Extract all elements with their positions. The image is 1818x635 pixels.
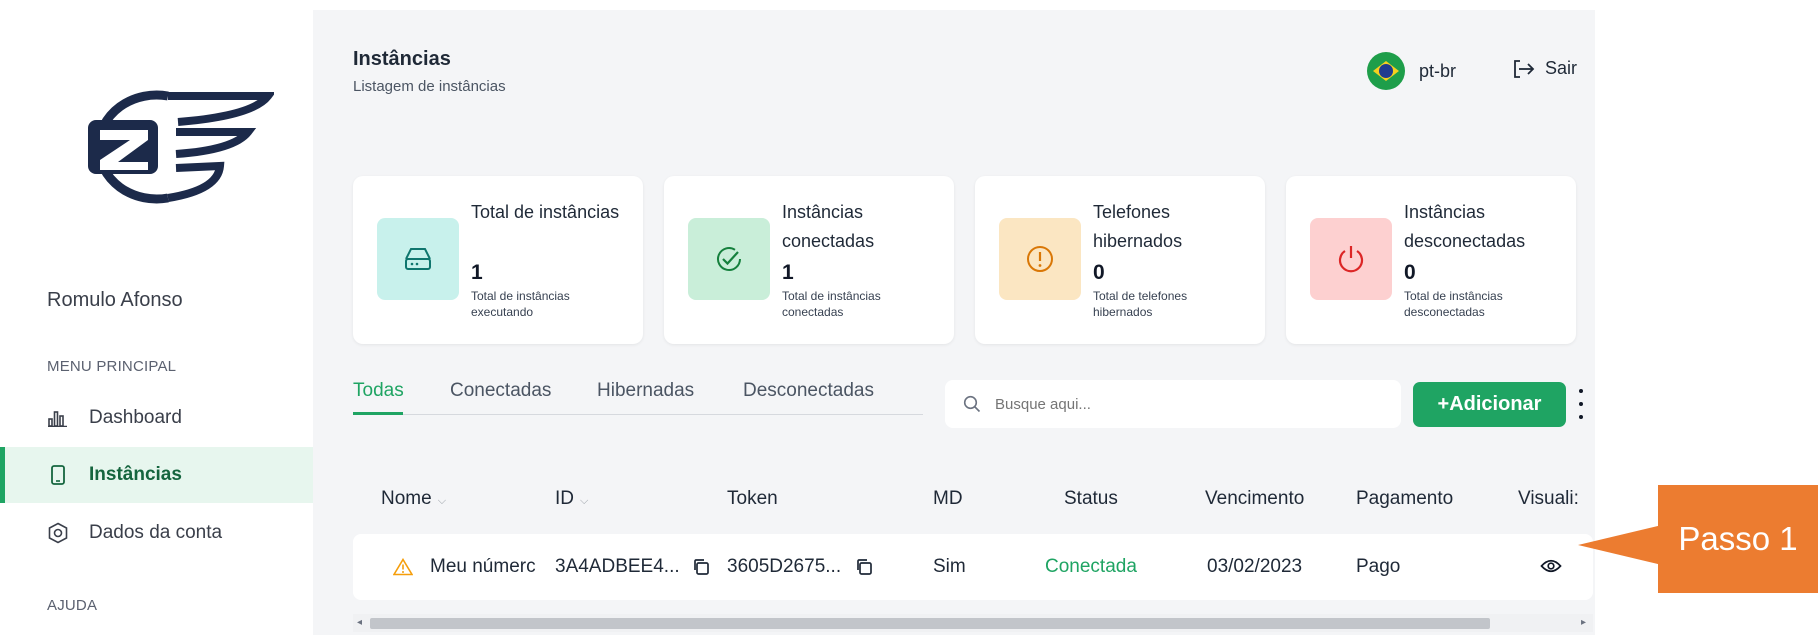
server-icon	[377, 218, 459, 300]
bar-chart-icon	[47, 407, 69, 429]
logout-button[interactable]: Sair	[1513, 58, 1577, 79]
copy-icon[interactable]	[855, 558, 873, 576]
cell-vencimento: 03/02/2023	[1207, 556, 1303, 577]
scroll-right-icon[interactable]: ▸	[1581, 617, 1586, 628]
callout-label: Passo 1	[1678, 520, 1798, 557]
logo-icon	[88, 90, 277, 204]
instance-name: Meu númerc	[430, 556, 536, 577]
main-content: Instâncias Listagem de instâncias pt-br …	[313, 10, 1595, 635]
card-title: Instâncias conectadas	[782, 202, 875, 251]
card-description: Total de instâncias conectadas	[782, 289, 881, 319]
scroll-left-icon[interactable]: ◂	[357, 617, 362, 628]
step-callout: Passo 1	[1578, 485, 1818, 593]
sidebar-item-dados-da-conta[interactable]: Dados da conta	[0, 505, 313, 561]
cell-md: Sim	[933, 556, 966, 577]
cell-pagamento: Pago	[1356, 556, 1401, 577]
active-tab-indicator	[353, 412, 403, 415]
page-title: Instâncias	[353, 48, 451, 70]
search-icon	[963, 395, 981, 413]
user-name: Romulo Afonso	[47, 289, 183, 311]
more-options-icon[interactable]	[1577, 389, 1585, 419]
alert-circle-icon	[999, 218, 1081, 300]
tab-todas[interactable]: Todas	[353, 380, 404, 402]
brazil-flag-icon	[1367, 52, 1405, 90]
check-badge-icon	[688, 218, 770, 300]
card-value: 1	[471, 261, 483, 284]
column-header-label: ID	[555, 488, 574, 509]
logo	[48, 86, 277, 206]
column-header-nome[interactable]: Nome ⌵	[381, 488, 446, 510]
sidebar-item-instancias[interactable]: Instâncias	[0, 447, 313, 503]
column-header-vencimento: Vencimento	[1205, 488, 1305, 509]
warning-icon	[393, 558, 413, 576]
column-header-id[interactable]: ID ⌵	[555, 488, 588, 510]
column-header-status: Status	[1064, 488, 1118, 509]
sidebar-item-dashboard[interactable]: Dashboard	[0, 390, 313, 446]
logout-icon	[1513, 59, 1535, 79]
sidebar-item-label: Dados da conta	[89, 522, 223, 543]
card-value: 1	[782, 261, 794, 284]
card-total-instancias: Total de instâncias 1 Total de instância…	[353, 176, 643, 344]
add-instance-button[interactable]: +Adicionar	[1413, 382, 1566, 427]
language-selector[interactable]: pt-br	[1367, 52, 1456, 90]
card-title: Telefones hibernados	[1093, 202, 1183, 251]
card-value: 0	[1093, 261, 1105, 284]
horizontal-scrollbar[interactable]: ◂ ▸	[353, 614, 1593, 632]
menu-heading-main: MENU PRINCIPAL	[47, 358, 177, 375]
column-header-visualizar: Visuali:	[1518, 488, 1579, 509]
chevron-down-icon: ⌵	[580, 495, 589, 507]
callout-pointer	[1578, 525, 1662, 565]
card-value: 0	[1404, 261, 1416, 284]
view-eye-icon[interactable]	[1540, 558, 1562, 574]
power-icon	[1310, 218, 1392, 300]
language-label: pt-br	[1419, 60, 1457, 81]
logout-label: Sair	[1545, 58, 1578, 78]
copy-icon[interactable]	[692, 558, 710, 576]
phone-icon	[47, 464, 69, 486]
filter-tabs: Todas Conectadas Hibernadas Desconectada…	[353, 380, 923, 415]
card-telefones-hibernados: Telefones hibernados 0 Total de telefone…	[975, 176, 1265, 344]
summary-cards: Total de instâncias 1 Total de instância…	[353, 176, 1583, 344]
menu-heading-help: AJUDA	[47, 597, 98, 614]
instance-token: 3605D2675...	[727, 556, 842, 577]
card-description: Total de telefones hibernados	[1093, 289, 1188, 319]
status-badge: Conectada	[1045, 556, 1137, 577]
column-header-label: Nome	[381, 488, 432, 509]
column-header-pagamento: Pagamento	[1356, 488, 1454, 509]
cell-nome: Meu númerc	[393, 556, 536, 578]
scrollbar-thumb[interactable]	[370, 618, 1490, 629]
column-header-md: MD	[933, 488, 963, 509]
sidebar-item-label: Dashboard	[89, 407, 182, 428]
column-header-token: Token	[727, 488, 778, 509]
card-instancias-desconectadas: Instâncias desconectadas 0 Total de inst…	[1286, 176, 1576, 344]
settings-icon	[47, 522, 69, 544]
instance-id: 3A4ADBEE4...	[555, 556, 680, 577]
tab-conectadas[interactable]: Conectadas	[450, 380, 551, 402]
card-title: Instâncias desconectadas	[1404, 202, 1526, 251]
sidebar-item-label: Instâncias	[89, 464, 182, 485]
cell-id: 3A4ADBEE4...	[555, 556, 710, 578]
table-row: Meu númerc 3A4ADBEE4... 3605D2675... Sim…	[353, 534, 1593, 600]
card-title: Total de instâncias	[471, 202, 620, 222]
page-subtitle: Listagem de instâncias	[353, 78, 506, 95]
sidebar: Romulo Afonso MENU PRINCIPAL Dashboard I…	[0, 0, 313, 635]
cell-token: 3605D2675...	[727, 556, 873, 578]
tab-desconectadas[interactable]: Desconectadas	[743, 380, 874, 402]
card-description: Total de instâncias desconectadas	[1404, 289, 1503, 319]
search-box[interactable]	[945, 380, 1401, 428]
card-description: Total de instâncias executando	[471, 289, 570, 319]
card-instancias-conectadas: Instâncias conectadas 1 Total de instânc…	[664, 176, 954, 344]
chevron-down-icon: ⌵	[437, 495, 447, 507]
search-input[interactable]	[993, 394, 1377, 414]
tab-hibernadas[interactable]: Hibernadas	[597, 380, 694, 402]
